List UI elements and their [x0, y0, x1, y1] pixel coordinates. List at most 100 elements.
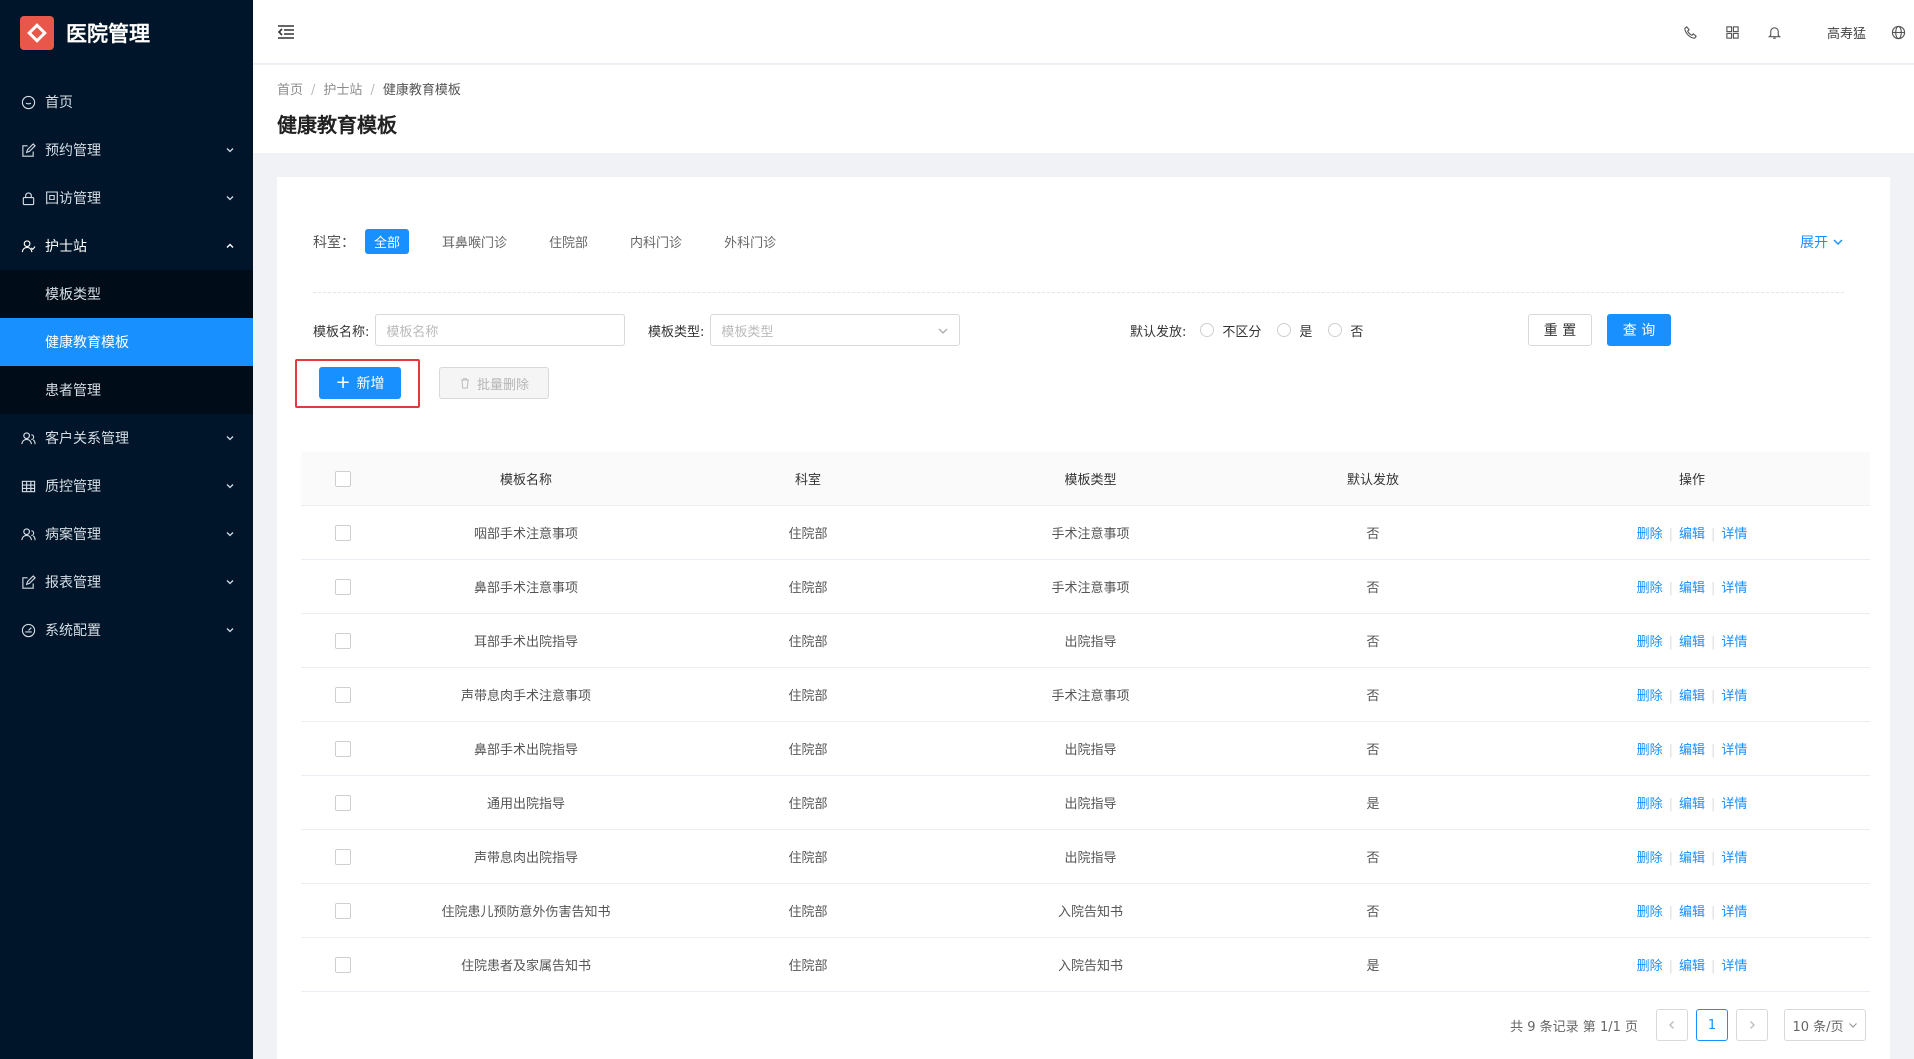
- batch-delete-label: 批量删除: [476, 377, 529, 393]
- sidebar-item-2[interactable]: 回访管理: [0, 174, 253, 222]
- edit-link[interactable]: 编辑: [1679, 905, 1705, 920]
- add-button-label: 新增: [356, 376, 385, 392]
- edit-link[interactable]: 编辑: [1679, 581, 1705, 596]
- select-all-checkbox[interactable]: [335, 470, 351, 487]
- logo[interactable]: 医院管理: [0, 0, 253, 66]
- next-page-button[interactable]: [1736, 1009, 1768, 1041]
- sidebar-item-7[interactable]: 报表管理: [0, 558, 253, 606]
- row-checkbox[interactable]: [335, 848, 351, 865]
- detail-link[interactable]: 详情: [1721, 959, 1747, 974]
- globe-icon[interactable]: [1890, 24, 1906, 40]
- edit-link[interactable]: 编辑: [1679, 851, 1705, 866]
- cell-dept: 住院部: [788, 797, 828, 812]
- radio-any[interactable]: 不区分: [1200, 321, 1261, 340]
- cell-default-issue: 否: [1366, 581, 1380, 596]
- row-checkbox[interactable]: [335, 740, 351, 757]
- dept-tag-ent[interactable]: 耳鼻喉门诊: [433, 229, 516, 254]
- row-checkbox[interactable]: [335, 632, 351, 649]
- delete-link[interactable]: 删除: [1637, 743, 1663, 758]
- radio-yes[interactable]: 是: [1277, 321, 1312, 340]
- template-type-select[interactable]: 模板类型: [710, 314, 961, 346]
- col-template-type: 模板类型: [1064, 473, 1117, 488]
- detail-link[interactable]: 详情: [1721, 689, 1747, 704]
- users-icon: [20, 526, 36, 542]
- sidebar-item-4[interactable]: 客户关系管理: [0, 414, 253, 462]
- menu-collapse-icon[interactable]: [277, 24, 295, 40]
- table-row: 鼻部手术出院指导 住院部 出院指导 否 删除 | 编辑 | 详情: [301, 722, 1870, 776]
- row-checkbox[interactable]: [335, 794, 351, 811]
- edit-link[interactable]: 编辑: [1679, 527, 1705, 542]
- page-number-button[interactable]: 1: [1696, 1009, 1728, 1041]
- detail-link[interactable]: 详情: [1721, 743, 1747, 758]
- reset-button[interactable]: 重 置: [1528, 314, 1592, 346]
- user-name[interactable]: 高寿猛: [1827, 23, 1866, 42]
- radio-no[interactable]: 否: [1328, 321, 1363, 340]
- sidebar-item-5[interactable]: 质控管理: [0, 462, 253, 510]
- delete-link[interactable]: 删除: [1637, 635, 1663, 650]
- sidebar-item-3[interactable]: 护士站: [0, 222, 253, 270]
- detail-link[interactable]: 详情: [1721, 905, 1747, 920]
- apps-grid-icon[interactable]: [1725, 24, 1741, 40]
- table-row: 声带息肉出院指导 住院部 出院指导 否 删除 | 编辑 | 详情: [301, 830, 1870, 884]
- chevron-down-icon: [938, 328, 948, 334]
- row-checkbox[interactable]: [335, 956, 351, 973]
- table-row: 鼻部手术注意事项 住院部 手术注意事项 否 删除 | 编辑 | 详情: [301, 560, 1870, 614]
- sidebar-item-0[interactable]: 首页: [0, 78, 253, 126]
- delete-link[interactable]: 删除: [1637, 689, 1663, 704]
- row-checkbox[interactable]: [335, 686, 351, 703]
- phone-icon[interactable]: [1683, 24, 1699, 40]
- add-button[interactable]: + 新增: [319, 367, 401, 399]
- cell-dept: 住院部: [788, 743, 828, 758]
- breadcrumb-home[interactable]: 首页: [277, 83, 303, 98]
- query-button[interactable]: 查 询: [1607, 314, 1671, 346]
- cell-dept: 住院部: [788, 905, 828, 920]
- row-checkbox[interactable]: [335, 524, 351, 541]
- delete-link[interactable]: 删除: [1637, 905, 1663, 920]
- detail-link[interactable]: 详情: [1721, 635, 1747, 650]
- delete-link[interactable]: 删除: [1637, 959, 1663, 974]
- edit-link[interactable]: 编辑: [1679, 689, 1705, 704]
- detail-link[interactable]: 详情: [1721, 581, 1747, 596]
- expand-link[interactable]: 展开: [1800, 232, 1844, 252]
- edit-link[interactable]: 编辑: [1679, 743, 1705, 758]
- col-default-issue: 默认发放: [1346, 473, 1399, 488]
- delete-link[interactable]: 删除: [1637, 581, 1663, 596]
- sidebar-item-1[interactable]: 预约管理: [0, 126, 253, 174]
- dept-tag-internal[interactable]: 内科门诊: [621, 229, 691, 254]
- sidebar-item-8[interactable]: 系统配置: [0, 606, 253, 654]
- hospital-logo-icon: [20, 16, 54, 50]
- edit-link[interactable]: 编辑: [1679, 959, 1705, 974]
- delete-link[interactable]: 删除: [1637, 527, 1663, 542]
- table-row: 声带息肉手术注意事项 住院部 手术注意事项 否 删除 | 编辑 | 详情: [301, 668, 1870, 722]
- dept-tag-inpatient[interactable]: 住院部: [540, 229, 597, 254]
- dept-tag-surgery[interactable]: 外科门诊: [715, 229, 785, 254]
- row-checkbox[interactable]: [335, 902, 351, 919]
- edit-link[interactable]: 编辑: [1679, 635, 1705, 650]
- edit-link[interactable]: 编辑: [1679, 797, 1705, 812]
- sidebar-subitem-2[interactable]: 患者管理: [0, 366, 253, 414]
- dept-tag-all[interactable]: 全部: [365, 229, 410, 254]
- detail-link[interactable]: 详情: [1721, 797, 1747, 812]
- breadcrumb-nurse-station[interactable]: 护士站: [323, 83, 362, 98]
- content-card: 科室： 全部 耳鼻喉门诊 住院部 内科门诊 外科门诊 展开 模板名称: 模板名称…: [277, 177, 1890, 1059]
- cell-operations: 删除 | 编辑 | 详情: [1636, 527, 1748, 542]
- default-issue-label: 默认发放:: [1130, 324, 1187, 340]
- page-size-select[interactable]: 10 条/页: [1784, 1009, 1866, 1041]
- chevron-down-icon: [1848, 1023, 1857, 1028]
- row-checkbox[interactable]: [335, 578, 351, 595]
- sidebar-subitem-0[interactable]: 模板类型: [0, 270, 253, 318]
- cell-operations: 删除 | 编辑 | 详情: [1636, 905, 1748, 920]
- delete-link[interactable]: 删除: [1637, 851, 1663, 866]
- template-name-input[interactable]: 模板名称: [375, 314, 626, 346]
- cell-dept: 住院部: [788, 581, 828, 596]
- delete-link[interactable]: 删除: [1637, 797, 1663, 812]
- sidebar-item-label: 首页: [45, 95, 73, 111]
- batch-delete-button[interactable]: 批量删除: [439, 367, 549, 399]
- bell-icon[interactable]: [1767, 24, 1783, 40]
- detail-link[interactable]: 详情: [1721, 527, 1747, 542]
- sidebar-item-6[interactable]: 病案管理: [0, 510, 253, 558]
- sidebar-subitem-1[interactable]: 健康教育模板: [0, 318, 253, 366]
- sidebar-item-label: 病案管理: [45, 527, 101, 543]
- prev-page-button[interactable]: [1656, 1009, 1688, 1041]
- detail-link[interactable]: 详情: [1721, 851, 1747, 866]
